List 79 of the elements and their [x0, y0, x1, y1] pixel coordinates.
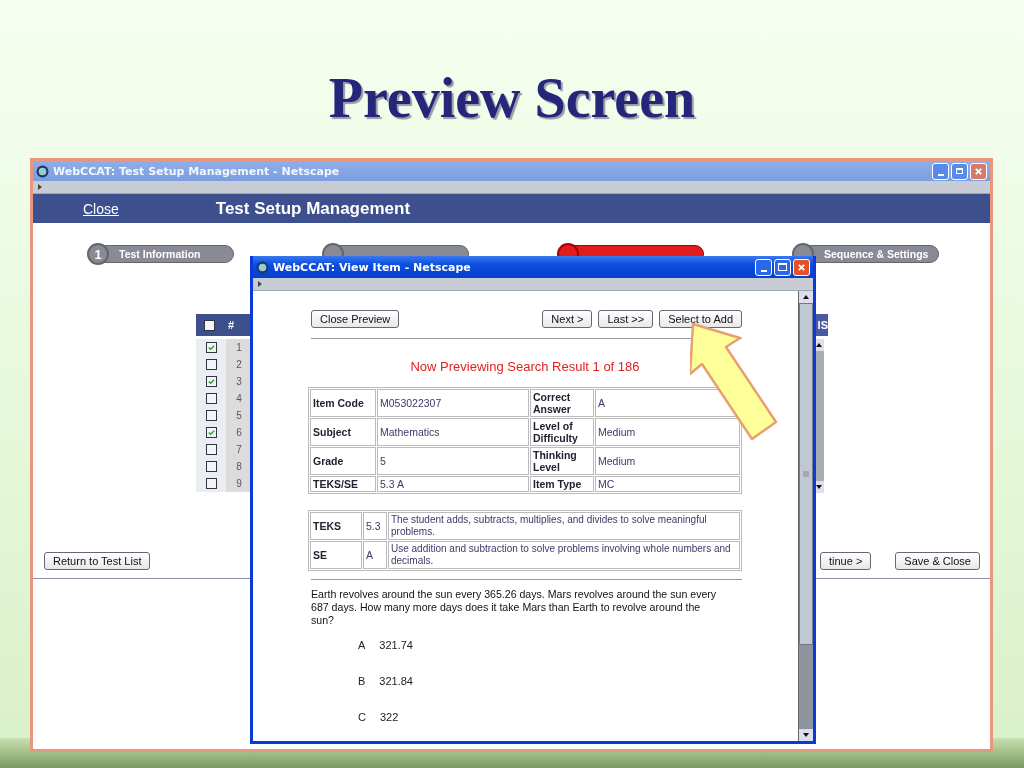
nav-button[interactable]: Select to Add — [659, 310, 742, 328]
app-icon — [256, 260, 269, 274]
row-checkbox[interactable] — [205, 376, 217, 387]
window-title: WebCCAT: Test Setup Management - Netscape — [53, 164, 340, 178]
row-checkbox[interactable] — [205, 461, 217, 472]
close-icon — [974, 166, 983, 176]
slide-title: Preview Screen — [327, 66, 697, 130]
choice-text: 321.74 — [379, 639, 413, 651]
field-label: Thinking Level — [533, 449, 577, 473]
app-icon — [36, 164, 49, 178]
field-label: SE — [310, 541, 362, 569]
field-label: TEKS — [310, 512, 362, 540]
table-cell: 9 — [226, 475, 252, 492]
column-header: # — [228, 319, 235, 331]
scroll-up-icon[interactable] — [802, 293, 810, 301]
minimize-button[interactable] — [755, 258, 772, 276]
scroll-up-icon[interactable] — [815, 341, 823, 349]
table-cell: 2 — [226, 356, 252, 373]
field-label: Correct Answer — [533, 391, 571, 415]
field-label: Level of Difficulty — [533, 420, 578, 444]
field-value: Medium — [598, 455, 636, 467]
select-all-checkbox[interactable] — [204, 319, 215, 331]
scrollbar[interactable] — [798, 291, 813, 741]
expand-icon[interactable] — [37, 183, 43, 191]
grip-icon[interactable] — [802, 471, 810, 477]
choice-letter: B — [358, 675, 366, 687]
choice-letter: C — [358, 711, 366, 723]
table-cell: 5 — [226, 407, 252, 424]
table-cell: 8 — [226, 458, 252, 475]
row-checkbox[interactable] — [205, 427, 217, 438]
row-checkbox[interactable] — [205, 478, 217, 489]
field-value: Medium — [598, 426, 636, 438]
standard-text: The student adds, subtracts, multiplies, and divides to solve meaningful problems. — [388, 512, 740, 540]
table-cell: 7 — [226, 441, 252, 458]
row-checkbox[interactable] — [205, 359, 217, 370]
row-checkbox[interactable] — [205, 393, 217, 404]
action-button[interactable]: Save & Close — [895, 552, 980, 570]
table-cell: 6 — [226, 424, 252, 441]
expand-icon[interactable] — [257, 280, 263, 288]
field-value: Mathematics — [380, 426, 440, 438]
field-label: Item Type — [533, 478, 582, 490]
field-value: 5.3 — [363, 512, 387, 540]
standard-text: Use addition and subtraction to solve problems involving whole numbers and decimals. — [388, 541, 740, 569]
return-button[interactable]: Return to Test List — [44, 552, 151, 570]
choice-text: 321.84 — [379, 675, 413, 687]
maximize-button[interactable] — [774, 258, 791, 276]
field-label: TEKS/SE — [313, 478, 358, 490]
field-label: Item Code — [313, 397, 364, 409]
close-button[interactable] — [793, 258, 810, 276]
field-value: 5 — [380, 455, 386, 467]
status-message: Now Previewing Search Result 1 of 186 — [409, 359, 641, 374]
row-checkbox[interactable] — [205, 410, 217, 421]
choice-text: 322 — [379, 711, 399, 723]
question-text: Earth revolves around the sun every 365.26 days. Mars revolves around the sun every 687 days. How many more days does it take Mars than Earth to revolve around the sun? — [311, 588, 718, 627]
field-value: A — [598, 397, 605, 409]
choice-letter: A — [358, 639, 366, 651]
field-value: 5.3 A — [380, 478, 404, 490]
window-title: WebCCAT: View Item - Netscape — [273, 260, 471, 274]
nav-button[interactable]: Next > — [542, 310, 593, 328]
row-checkbox[interactable] — [205, 444, 217, 455]
nav-button[interactable]: Last >> — [598, 310, 654, 328]
field-value: MC — [598, 478, 615, 490]
action-button[interactable]: tinue > — [820, 552, 872, 570]
restore-button[interactable] — [951, 162, 968, 180]
page-heading: Test Setup Management — [215, 198, 411, 219]
field-label: Subject — [313, 426, 351, 438]
close-button[interactable] — [970, 162, 987, 180]
table-cell: 4 — [226, 390, 252, 407]
field-label: Grade — [313, 455, 344, 467]
field-value: A — [363, 541, 387, 569]
close-link[interactable]: Close — [83, 200, 119, 217]
close-preview-button[interactable]: Close Preview — [311, 310, 400, 328]
minimize-button[interactable] — [932, 162, 949, 180]
row-checkbox[interactable] — [205, 342, 217, 353]
close-icon — [797, 262, 806, 272]
table-cell: 1 — [226, 339, 252, 356]
scroll-down-icon[interactable] — [815, 483, 823, 491]
field-value: M053022307 — [380, 397, 442, 409]
table-cell: 3 — [226, 373, 252, 390]
